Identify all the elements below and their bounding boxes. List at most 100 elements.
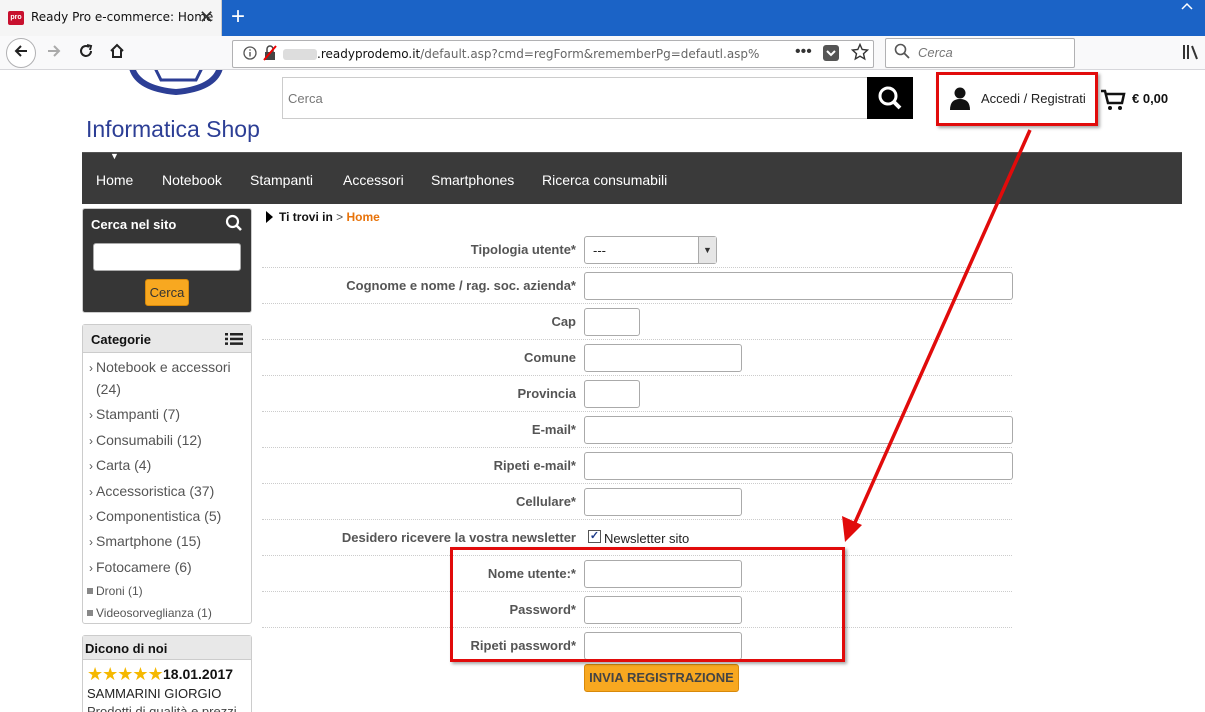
email-input[interactable]	[584, 416, 1013, 444]
annotation-box-credentials	[450, 547, 845, 662]
form-row-cap: Cap	[262, 304, 1012, 340]
list-icon[interactable]	[225, 332, 243, 349]
url-bar[interactable]: .readyprodemo.it/default.asp?cmd=regForm…	[232, 40, 874, 68]
forward-arrow-icon	[48, 45, 61, 57]
active-caret-icon: ▼	[110, 151, 119, 161]
url-redacted	[283, 49, 317, 60]
form-row-email: E-mail*	[262, 412, 1013, 448]
logo-graphic	[129, 70, 223, 96]
category-accessoristica[interactable]: › Accessoristica (37)	[89, 483, 214, 499]
reviews-box: Dicono di noi ★★★★★ 18.01.2017 SAMMARINI…	[82, 635, 252, 712]
category-stampanti[interactable]: › Stampanti (7)	[89, 406, 180, 422]
email-confirm-input[interactable]	[584, 452, 1013, 480]
search-icon	[225, 214, 243, 235]
email-confirm-label: Ripeti e-mail*	[493, 458, 576, 473]
sidebar-search-title: Cerca nel sito	[91, 217, 177, 232]
nav-item-stampanti[interactable]: Stampanti	[250, 172, 313, 188]
url-text[interactable]: .readyprodemo.it/default.asp?cmd=regForm…	[317, 47, 759, 61]
email-label: E-mail*	[531, 422, 576, 437]
forward-button[interactable]	[41, 40, 67, 66]
newsletter-label: Desidero ricevere la vostra newsletter	[341, 530, 576, 545]
nav-item-ricerca-consumabili[interactable]: Ricerca consumabili	[542, 172, 667, 188]
site-logo[interactable]: Informatica Shop	[86, 70, 266, 145]
category-droni[interactable]: Droni (1)	[87, 584, 143, 598]
category-carta[interactable]: › Carta (4)	[89, 457, 151, 473]
info-icon[interactable]	[243, 46, 257, 63]
dropdown-arrow-icon[interactable]: ▼	[698, 237, 716, 263]
library-icon[interactable]	[1182, 44, 1200, 63]
home-icon	[110, 43, 124, 58]
cart[interactable]: € 0,00	[1100, 88, 1180, 112]
chevron-right-icon: ›	[89, 510, 93, 524]
square-bullet-icon	[87, 588, 93, 594]
chevron-right-icon: ›	[89, 485, 93, 499]
categories-title: Categorie	[91, 332, 151, 347]
insecure-lock-icon[interactable]	[263, 45, 277, 64]
chevron-right-icon: ›	[89, 408, 93, 422]
site-search-input[interactable]: Cerca	[288, 91, 323, 106]
category-smartphone[interactable]: › Smartphone (15)	[89, 533, 201, 549]
chevron-right-icon: ›	[89, 561, 93, 575]
nav-item-accessori[interactable]: Accessori	[343, 172, 404, 188]
reload-icon	[80, 44, 93, 57]
site-search-button[interactable]	[867, 77, 913, 119]
nav-item-home[interactable]: Home	[96, 172, 133, 188]
cellulare-input[interactable]	[584, 488, 742, 516]
category-notebook-count[interactable]: (24)	[96, 381, 121, 397]
page-actions-icon[interactable]: •••	[795, 43, 812, 61]
breadcrumb-label: Ti trovi in	[279, 210, 333, 224]
search-icon	[894, 43, 910, 63]
comune-label: Comune	[524, 350, 576, 365]
comune-input[interactable]	[584, 344, 742, 372]
full-name-input[interactable]	[584, 272, 1013, 300]
tab-close-icon[interactable]: ✕	[199, 7, 214, 28]
home-button[interactable]	[104, 40, 130, 66]
category-componentistica[interactable]: › Componentistica (5)	[89, 508, 221, 524]
back-button[interactable]	[6, 38, 36, 68]
review-author: SAMMARINI GIORGIO	[87, 686, 222, 701]
reviews-title: Dicono di noi	[85, 641, 168, 656]
submit-registration-button[interactable]: INVIA REGISTRAZIONE	[584, 664, 739, 692]
provincia-input[interactable]	[584, 380, 640, 408]
sidebar-search-button[interactable]: Cerca	[145, 279, 189, 306]
newsletter-option-label[interactable]: Newsletter sito	[604, 531, 689, 546]
favicon-icon: pro	[8, 11, 24, 25]
user-type-select[interactable]: --- ▼	[584, 236, 717, 264]
page-content: Informatica Shop Cerca Accedi / Registra…	[0, 70, 1205, 712]
provincia-label: Provincia	[517, 386, 576, 401]
chevron-right-icon: ›	[89, 459, 93, 473]
site-search-bar[interactable]: Cerca	[282, 77, 913, 119]
nav-item-notebook[interactable]: Notebook	[162, 172, 222, 188]
sidebar-search-box: Cerca nel sito Cerca	[82, 208, 252, 313]
review-date: 18.01.2017	[163, 666, 234, 682]
browser-tab[interactable]: pro Ready Pro e-commerce: Home ✕	[0, 0, 222, 36]
chevron-right-icon: ›	[89, 434, 93, 448]
newsletter-checkbox[interactable]: ✓	[588, 530, 601, 543]
category-videosorveglianza[interactable]: Videosorveglianza (1)	[87, 606, 212, 620]
form-row-email-confirm: Ripeti e-mail*	[262, 448, 1013, 484]
category-fotocamere[interactable]: › Fotocamere (6)	[89, 559, 192, 575]
breadcrumb-home-link[interactable]: Home	[347, 210, 380, 224]
review-text: Prodotti di qualità e prezzi	[87, 704, 237, 712]
nav-item-smartphones[interactable]: Smartphones	[431, 172, 514, 188]
bookmark-star-icon[interactable]	[850, 42, 870, 66]
category-notebook[interactable]: › Notebook e accessori	[89, 359, 231, 375]
tab-title: Ready Pro e-commerce: Home	[31, 10, 214, 24]
sidebar-search-input[interactable]	[93, 243, 241, 271]
form-row-full-name: Cognome e nome / rag. soc. azienda*	[262, 268, 1013, 304]
form-row-comune: Comune	[262, 340, 1012, 376]
back-arrow-icon	[14, 45, 27, 57]
pocket-icon[interactable]	[823, 45, 839, 61]
reload-button[interactable]	[73, 40, 99, 66]
new-tab-button[interactable]: +	[231, 3, 245, 31]
rating-stars-icon: ★★★★★	[87, 664, 164, 684]
breadcrumb: Ti trovi in > Home	[266, 210, 380, 224]
full-name-label: Cognome e nome / rag. soc. azienda*	[346, 278, 576, 293]
form-row-provincia: Provincia	[262, 376, 1012, 412]
category-consumabili[interactable]: › Consumabili (12)	[89, 432, 202, 448]
window-control-icon[interactable]	[1180, 2, 1194, 15]
browser-search-box[interactable]: Cerca	[885, 38, 1075, 68]
browser-tab-bar: pro Ready Pro e-commerce: Home ✕ +	[0, 0, 1205, 36]
form-row-user-type: Tipologia utente* --- ▼	[262, 232, 1012, 268]
cap-input[interactable]	[584, 308, 640, 336]
